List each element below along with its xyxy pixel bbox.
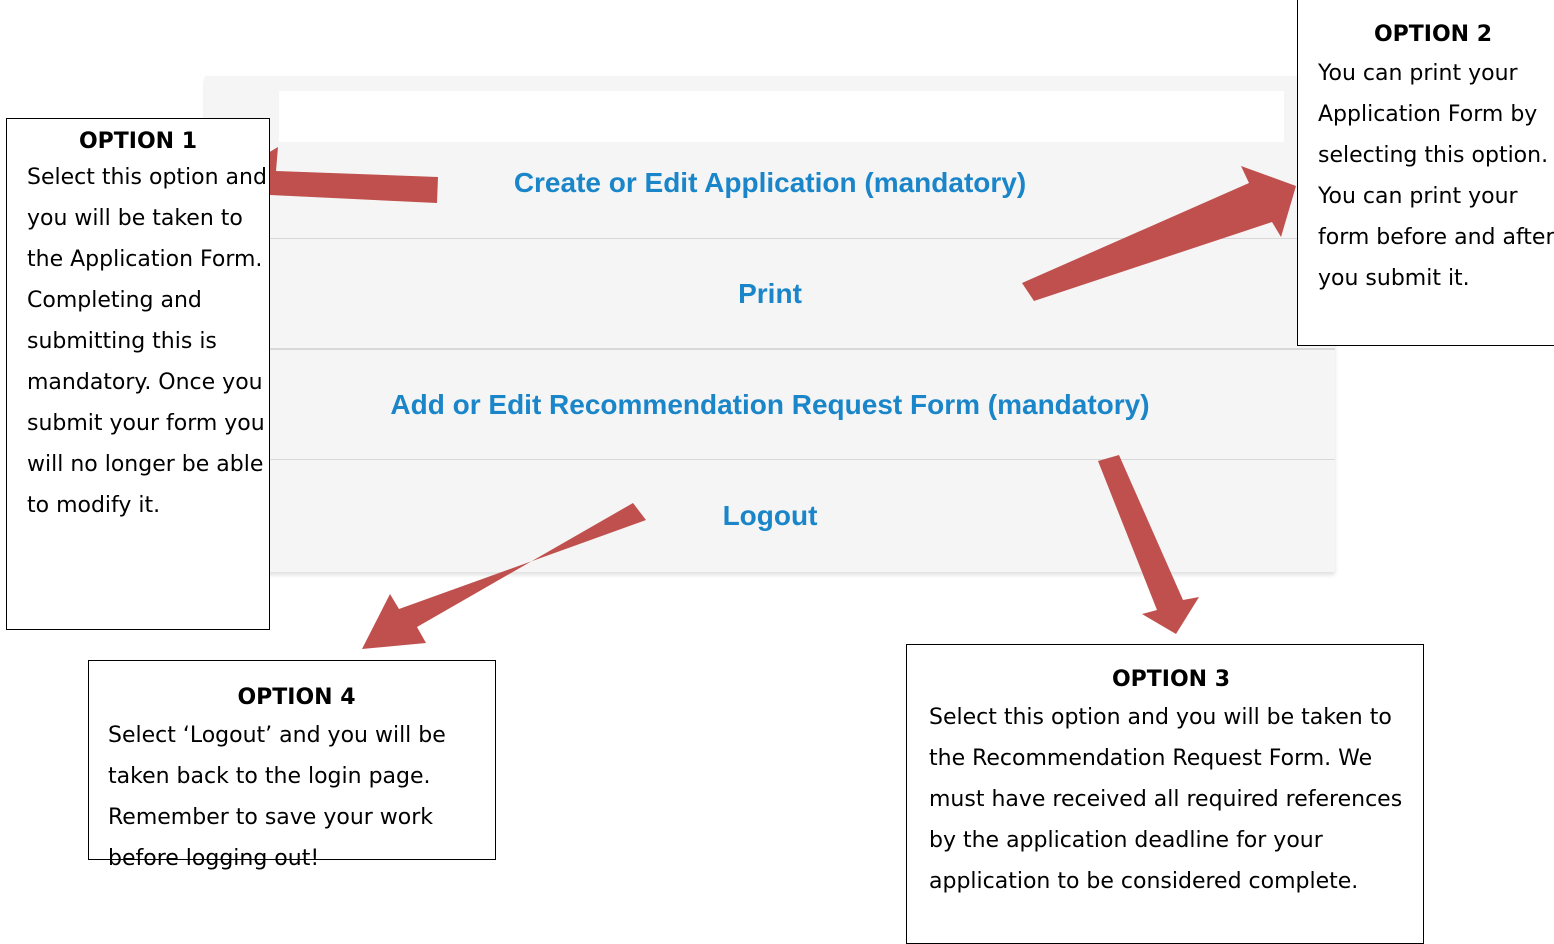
callout-option4: OPTION 4 Select ‘Logout’ and you will be… [88,660,496,871]
arrow-to-option2-icon [1022,166,1296,301]
callout-option1-title: OPTION 1 [78,129,198,154]
callout-option2: OPTION 2 You can print your Application … [1297,0,1554,346]
callout-option1-text: Select this option and you will be taken… [27,165,267,518]
arrow-to-option3-icon [1098,455,1199,634]
callout-option3-text: Select this option and you will be taken… [929,705,1403,894]
callout-option1: OPTION 1 Select this option and you will… [6,118,270,630]
arrow-to-option4-icon [362,503,646,649]
callout-option3: OPTION 3 Select this option and you will… [906,644,1424,944]
callout-option4-title: OPTION 4 [237,685,356,710]
callout-option2-title: OPTION 2 [1373,22,1493,47]
callout-option3-title: OPTION 3 [1111,667,1231,692]
callout-option2-text: You can print your Application Form by s… [1318,61,1554,291]
callout-option4-text: Select ‘Logout’ and you will be taken ba… [108,723,446,871]
